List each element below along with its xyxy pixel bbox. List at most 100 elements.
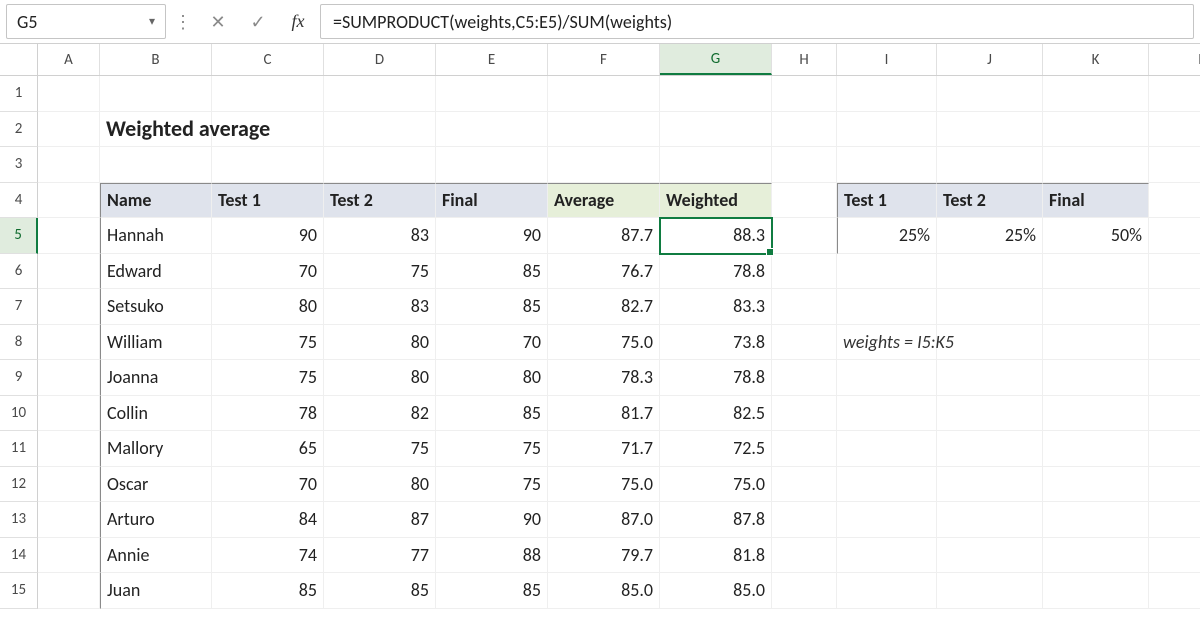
cell[interactable] — [38, 147, 100, 183]
table-cell[interactable]: 82.5 — [660, 396, 772, 432]
table-cell[interactable]: 87.0 — [548, 502, 660, 538]
col-header-B[interactable]: B — [100, 44, 212, 75]
cell[interactable] — [324, 112, 436, 148]
spreadsheet-grid[interactable]: 12Weighted average34NameTest 1Test 2Fina… — [0, 76, 1200, 609]
table-header[interactable]: Name — [100, 183, 212, 219]
chevron-down-icon[interactable]: ▾ — [149, 14, 155, 29]
table-cell[interactable]: 87 — [324, 502, 436, 538]
cell[interactable] — [38, 360, 100, 396]
cell[interactable] — [1043, 467, 1149, 503]
col-header-E[interactable]: E — [436, 44, 548, 75]
cell[interactable] — [837, 76, 937, 112]
cell[interactable] — [937, 325, 1043, 361]
col-header-A[interactable]: A — [38, 44, 100, 75]
cell[interactable] — [1149, 538, 1200, 574]
table-cell[interactable]: 80 — [436, 360, 548, 396]
cell[interactable] — [837, 112, 937, 148]
cell[interactable] — [1043, 502, 1149, 538]
table-cell[interactable]: 85.0 — [660, 573, 772, 609]
cell[interactable] — [1149, 360, 1200, 396]
cell[interactable] — [548, 76, 660, 112]
table-cell[interactable]: 81.7 — [548, 396, 660, 432]
row-header[interactable]: 8 — [0, 325, 38, 361]
cell[interactable] — [1149, 467, 1200, 503]
cell[interactable] — [837, 289, 937, 325]
cell[interactable] — [837, 396, 937, 432]
table-cell[interactable]: 82.7 — [548, 289, 660, 325]
cell[interactable] — [38, 183, 100, 219]
fx-icon[interactable]: fx — [280, 4, 316, 39]
table-cell[interactable]: 77 — [324, 538, 436, 574]
cell[interactable] — [772, 431, 837, 467]
cell[interactable] — [772, 147, 837, 183]
cell[interactable] — [772, 502, 837, 538]
cell[interactable] — [1149, 573, 1200, 609]
cell[interactable] — [38, 218, 100, 254]
cell[interactable] — [212, 147, 324, 183]
cell[interactable] — [660, 112, 772, 148]
cell[interactable] — [1149, 431, 1200, 467]
table-cell[interactable]: 75.0 — [660, 467, 772, 503]
table-cell-name[interactable]: Joanna — [100, 360, 212, 396]
weights-header[interactable]: Final — [1043, 183, 1149, 219]
cell[interactable] — [548, 112, 660, 148]
row-header[interactable]: 13 — [0, 502, 38, 538]
cell[interactable] — [937, 573, 1043, 609]
cell[interactable] — [1043, 431, 1149, 467]
selected-cell[interactable]: 88.3 — [660, 218, 772, 254]
cell[interactable] — [1043, 254, 1149, 290]
row-header[interactable]: 14 — [0, 538, 38, 574]
table-cell[interactable]: 78.8 — [660, 254, 772, 290]
cell[interactable] — [772, 254, 837, 290]
cell[interactable] — [772, 289, 837, 325]
cell[interactable] — [38, 538, 100, 574]
table-cell[interactable]: 73.8 — [660, 325, 772, 361]
table-cell[interactable]: 83 — [324, 289, 436, 325]
table-cell-name[interactable]: Hannah — [100, 218, 212, 254]
cell[interactable] — [772, 325, 837, 361]
table-cell-name[interactable]: Juan — [100, 573, 212, 609]
col-header-J[interactable]: J — [937, 44, 1043, 75]
row-header[interactable]: 4 — [0, 183, 38, 219]
accept-formula-button[interactable]: ✓ — [240, 4, 276, 39]
cell[interactable] — [1149, 289, 1200, 325]
cell[interactable] — [1149, 218, 1200, 254]
cell[interactable] — [1149, 112, 1200, 148]
cell[interactable] — [1043, 289, 1149, 325]
cell[interactable] — [436, 76, 548, 112]
row-header[interactable]: 12 — [0, 467, 38, 503]
cell[interactable] — [1043, 360, 1149, 396]
row-header[interactable]: 15 — [0, 573, 38, 609]
cell[interactable] — [100, 76, 212, 112]
cell[interactable] — [937, 502, 1043, 538]
table-cell[interactable]: 70 — [212, 254, 324, 290]
cell[interactable] — [38, 467, 100, 503]
table-cell-name[interactable]: William — [100, 325, 212, 361]
table-cell[interactable]: 90 — [436, 502, 548, 538]
cell[interactable] — [324, 76, 436, 112]
cell[interactable] — [1149, 396, 1200, 432]
cell[interactable] — [1043, 76, 1149, 112]
cell[interactable] — [660, 76, 772, 112]
cancel-formula-button[interactable]: ✕ — [200, 4, 236, 39]
cell[interactable] — [38, 76, 100, 112]
cell[interactable] — [837, 573, 937, 609]
cell[interactable] — [1149, 254, 1200, 290]
table-cell[interactable]: 80 — [324, 325, 436, 361]
cell[interactable] — [837, 431, 937, 467]
table-cell-name[interactable]: Arturo — [100, 502, 212, 538]
table-cell[interactable]: 83 — [324, 218, 436, 254]
cell[interactable] — [837, 467, 937, 503]
table-cell[interactable]: 74 — [212, 538, 324, 574]
table-cell[interactable]: 70 — [436, 325, 548, 361]
row-header[interactable]: 3 — [0, 147, 38, 183]
table-cell[interactable]: 85 — [436, 573, 548, 609]
table-cell-name[interactable]: Setsuko — [100, 289, 212, 325]
cell[interactable] — [937, 289, 1043, 325]
select-all-button[interactable] — [0, 44, 38, 75]
cell[interactable] — [837, 538, 937, 574]
table-cell[interactable]: 78.3 — [548, 360, 660, 396]
cell[interactable] — [772, 360, 837, 396]
table-cell[interactable]: 90 — [212, 218, 324, 254]
table-header[interactable]: Test 1 — [212, 183, 324, 219]
